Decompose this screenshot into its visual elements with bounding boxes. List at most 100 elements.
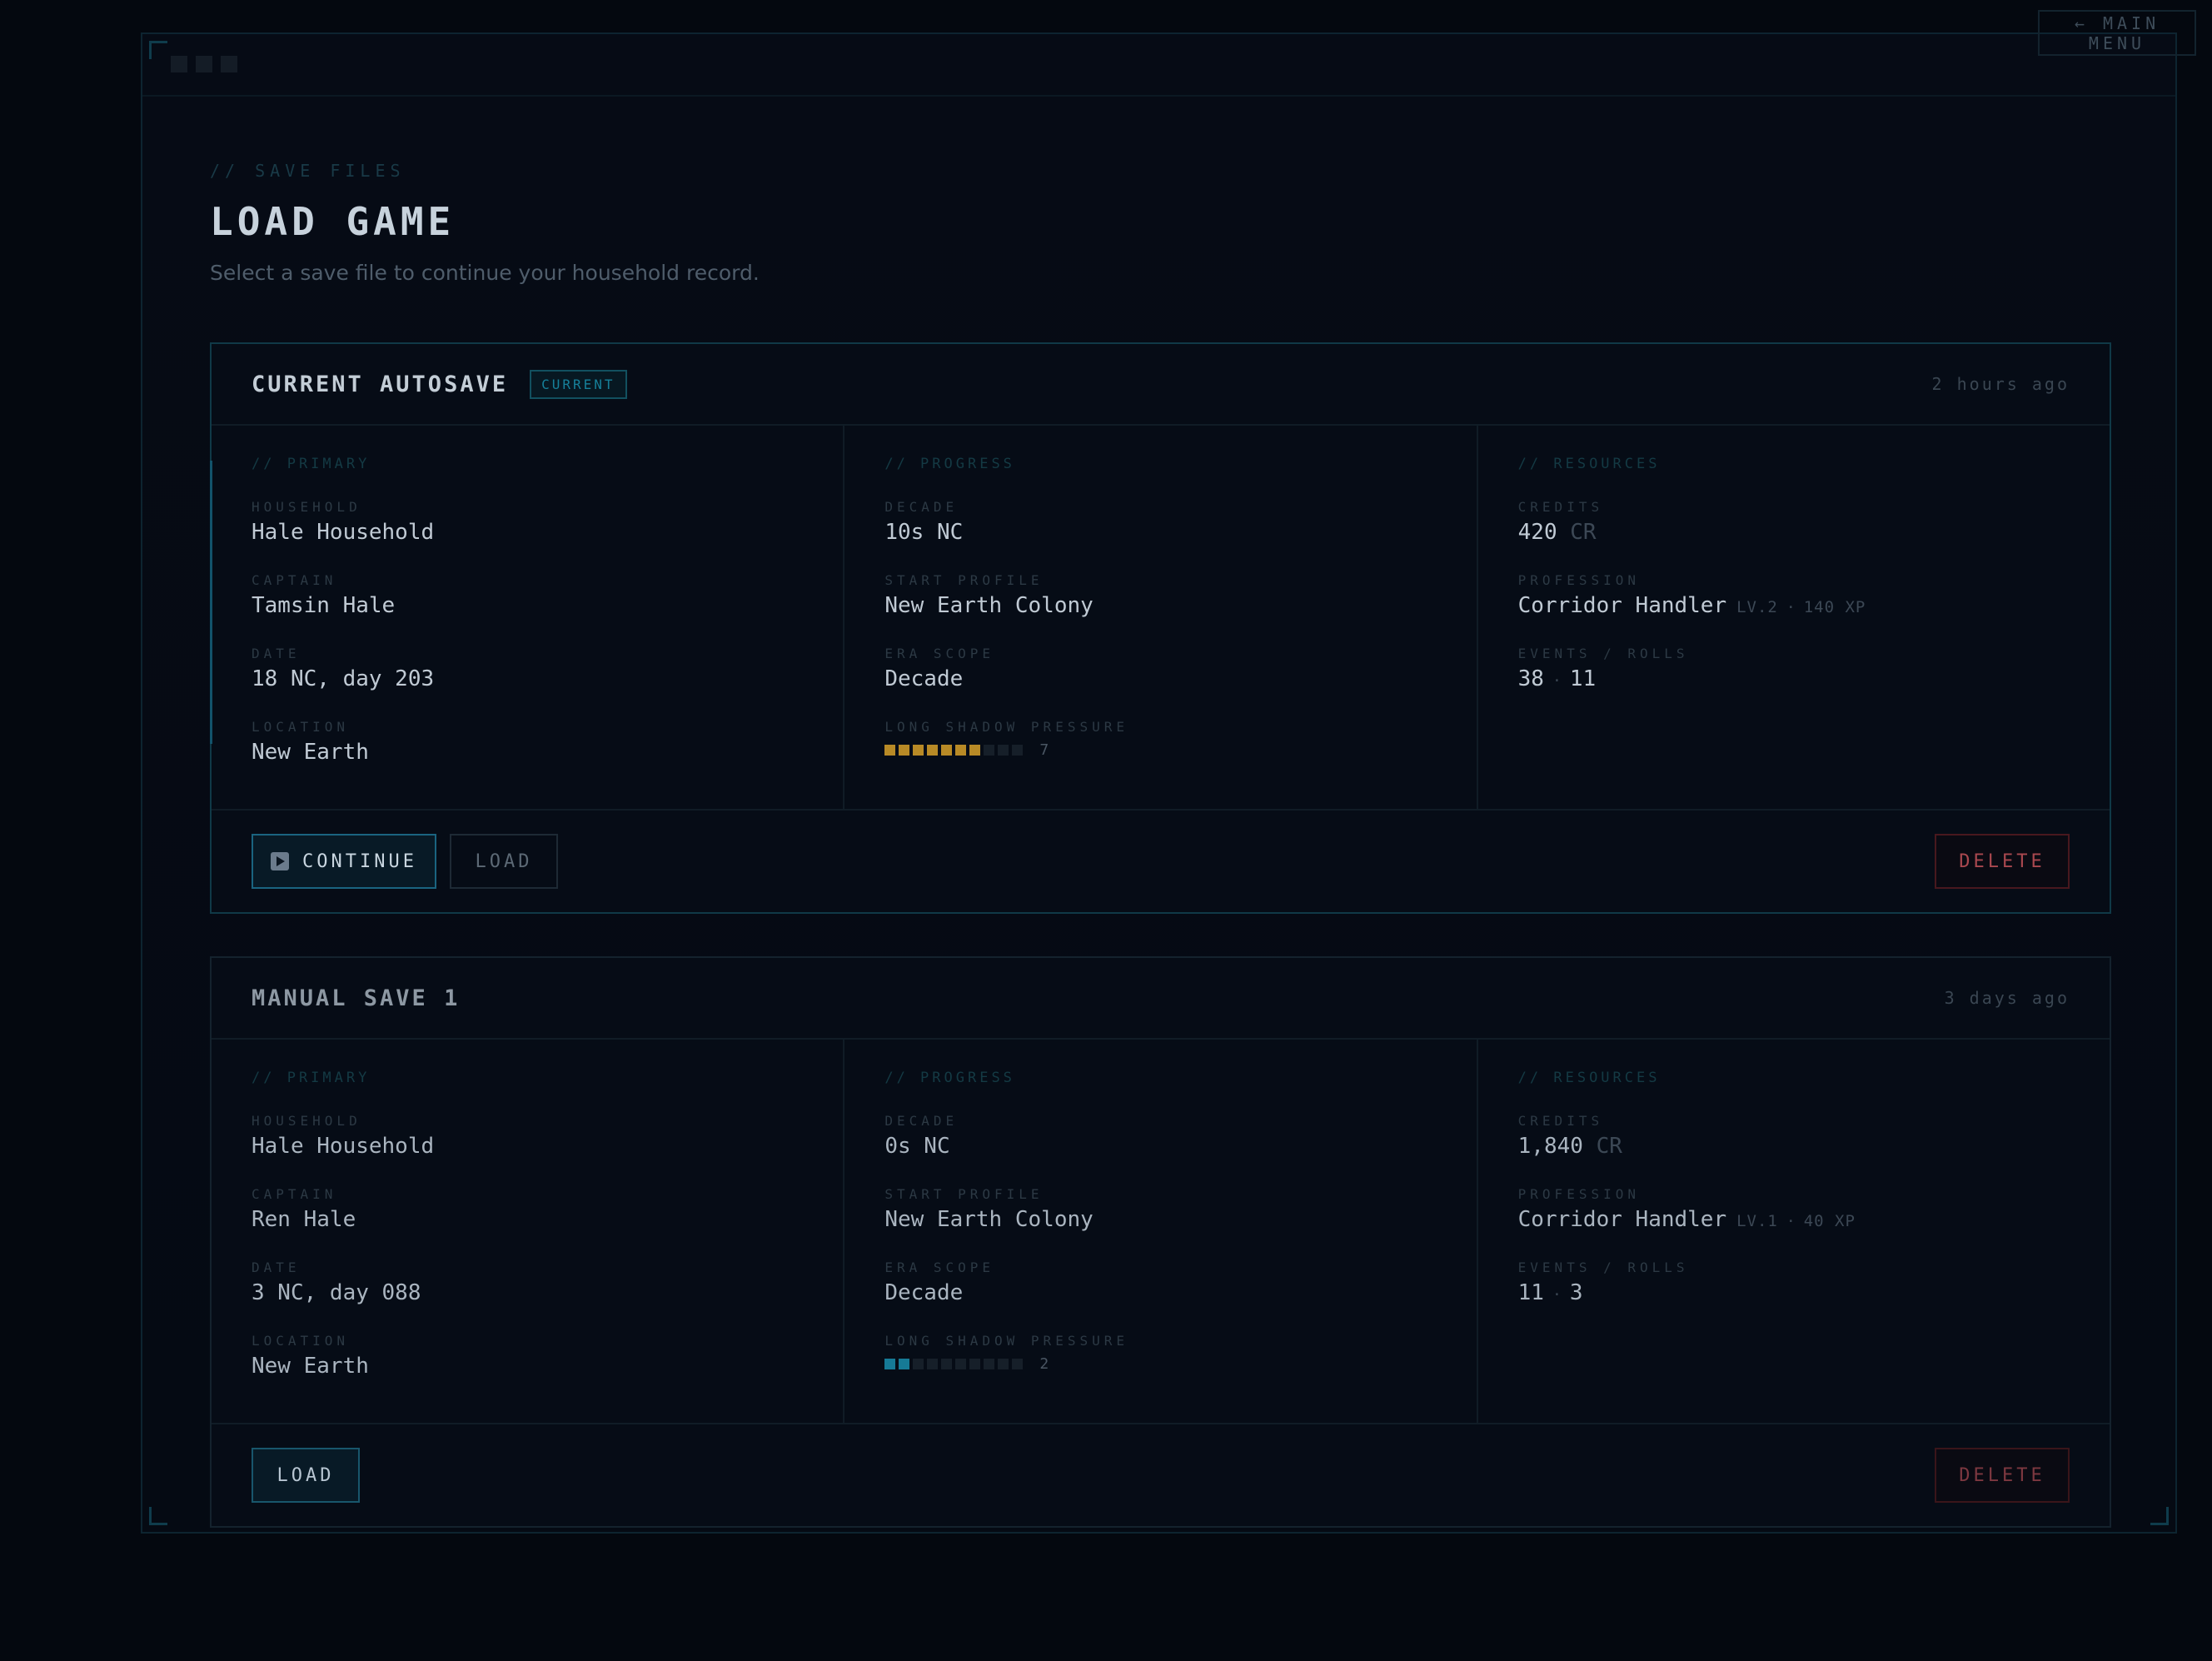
field-label: DATE (252, 646, 301, 661)
profession-xp: 140 XP (1803, 598, 1866, 616)
save-card-manual-save-1[interactable]: MANUAL SAVE 1 3 days ago // PRIMARY HOUS… (210, 956, 2111, 1528)
profession-level: LV.2 (1736, 598, 1778, 616)
date-field: DATE 3 NC, day 088 (252, 1259, 803, 1305)
decade-value: 10s NC (884, 520, 964, 545)
events-count: 11 (1517, 1280, 1544, 1305)
field-label: DATE (252, 1259, 301, 1275)
credits-unit: CR (1570, 520, 1597, 545)
frame-corner-top-left (149, 41, 167, 59)
events-count: 38 (1517, 666, 1544, 691)
pressure-pip (998, 744, 1009, 756)
date-field: DATE 18 NC, day 203 (252, 646, 803, 691)
field-label: START PROFILE (884, 572, 1044, 588)
credits-value: 1,840 CR (1518, 1134, 2070, 1159)
pressure-pip (998, 1358, 1009, 1369)
credits-field: CREDITS 420 CR (1518, 499, 2070, 545)
current-badge: CURRENT (530, 369, 627, 399)
play-icon (271, 852, 290, 870)
decade-field: DECADE 10s NC (884, 499, 1436, 545)
load-button[interactable]: LOAD (450, 834, 558, 889)
pressure-meter: 2 (884, 1354, 1436, 1374)
profession-level: LV.1 (1736, 1212, 1778, 1230)
field-label: PROFESSION (1517, 572, 1640, 588)
decade-field: DECADE 0s NC (884, 1113, 1436, 1159)
era-scope-value: Decade (884, 1280, 964, 1305)
rolls-count: 11 (1569, 666, 1597, 691)
field-label: ERA SCOPE (884, 646, 995, 661)
column-label: // PRIMARY (252, 1070, 371, 1086)
field-label: DECADE (884, 1113, 959, 1129)
era-scope-field: ERA SCOPE Decade (884, 646, 1436, 691)
location-value: New Earth (252, 740, 369, 765)
progress-column: // PROGRESS DECADE 10s NC START PROFILE … (844, 426, 1478, 809)
continue-button[interactable]: CONTINUE (252, 834, 436, 889)
field-label: CREDITS (1517, 499, 1604, 515)
credits-unit: CR (1596, 1134, 1622, 1159)
window-dot (221, 56, 237, 72)
decade-value: 0s NC (884, 1134, 950, 1159)
frame-corner-bottom-right (2150, 1507, 2169, 1525)
pressure-pip (984, 744, 995, 756)
events-rolls-field: EVENTS / ROLLS 11 · 3 (1518, 1259, 2070, 1305)
pressure-pip (899, 744, 910, 756)
pressure-pip (899, 1358, 910, 1369)
events-rolls-field: EVENTS / ROLLS 38 · 11 (1518, 646, 2070, 691)
save-card-header: CURRENT AUTOSAVE CURRENT 2 hours ago (212, 344, 2110, 426)
household-field: HOUSEHOLD Hale Household (252, 499, 803, 545)
field-label: START PROFILE (884, 1186, 1044, 1202)
events-rolls-value: 11 · 3 (1518, 1280, 2070, 1305)
profession-field: PROFESSION Corridor Handler LV.2 · 140 XP (1518, 572, 2070, 618)
captain-value: Ren Hale (252, 1207, 356, 1232)
delete-button[interactable]: DELETE (1935, 1448, 2070, 1503)
field-label: HOUSEHOLD (252, 499, 361, 515)
save-card-current-autosave[interactable]: CURRENT AUTOSAVE CURRENT 2 hours ago // … (210, 342, 2111, 914)
load-button[interactable]: LOAD (252, 1448, 360, 1503)
pressure-pip (969, 1358, 981, 1369)
start-profile-field: START PROFILE New Earth Colony (884, 572, 1436, 618)
location-value: New Earth (252, 1354, 369, 1379)
window-dot (196, 56, 212, 72)
field-label: CAPTAIN (252, 1186, 337, 1202)
household-value: Hale Household (252, 520, 435, 545)
field-label: ERA SCOPE (884, 1259, 995, 1275)
field-label: CREDITS (1517, 1113, 1604, 1129)
household-value: Hale Household (252, 1134, 435, 1159)
credits-value: 420 CR (1518, 520, 2070, 545)
continue-label: CONTINUE (302, 850, 417, 872)
rolls-count: 3 (1569, 1280, 1583, 1305)
location-field: LOCATION New Earth (252, 719, 803, 765)
save-time-ago: 3 days ago (1944, 988, 2070, 1008)
pressure-pip (884, 1358, 896, 1369)
captain-field: CAPTAIN Tamsin Hale (252, 572, 803, 618)
date-value: 18 NC, day 203 (252, 666, 435, 691)
column-label: // RESOURCES (1517, 1070, 1661, 1086)
pressure-pip (955, 1358, 967, 1369)
pressure-value: 2 (1039, 1354, 1049, 1373)
pressure-pip (941, 744, 953, 756)
column-label: // RESOURCES (1517, 456, 1661, 472)
pressure-value: 7 (1039, 741, 1049, 759)
window-dots (171, 56, 237, 72)
window-dot (171, 56, 187, 72)
title-bar-divider (142, 95, 2175, 97)
profession-xp: 40 XP (1803, 1212, 1856, 1230)
era-scope-field: ERA SCOPE Decade (884, 1259, 1436, 1305)
start-profile-value: New Earth Colony (884, 1207, 1094, 1232)
field-label: EVENTS / ROLLS (1517, 646, 1689, 661)
credits-field: CREDITS 1,840 CR (1518, 1113, 2070, 1159)
pressure-pip (969, 744, 981, 756)
main-menu-button[interactable]: ← MAIN MENU (2038, 10, 2196, 56)
pressure-pip (913, 1358, 924, 1369)
save-actions: CONTINUE LOAD DELETE (212, 811, 2110, 912)
profession-field: PROFESSION Corridor Handler LV.1 · 40 XP (1518, 1186, 2070, 1232)
pressure-pip (927, 744, 939, 756)
separator-dot: · (1552, 1286, 1562, 1304)
events-rolls-value: 38 · 11 (1518, 666, 2070, 691)
credits-amount: 1,840 (1517, 1134, 1583, 1159)
load-game-window: // SAVE FILES LOAD GAME Select a save fi… (141, 32, 2177, 1534)
save-time-ago: 2 hours ago (1931, 374, 2070, 394)
page-title: LOAD GAME (210, 199, 456, 244)
page-subtitle: Select a save file to continue your hous… (210, 261, 760, 285)
delete-button[interactable]: DELETE (1935, 834, 2070, 889)
captain-value: Tamsin Hale (252, 593, 396, 618)
